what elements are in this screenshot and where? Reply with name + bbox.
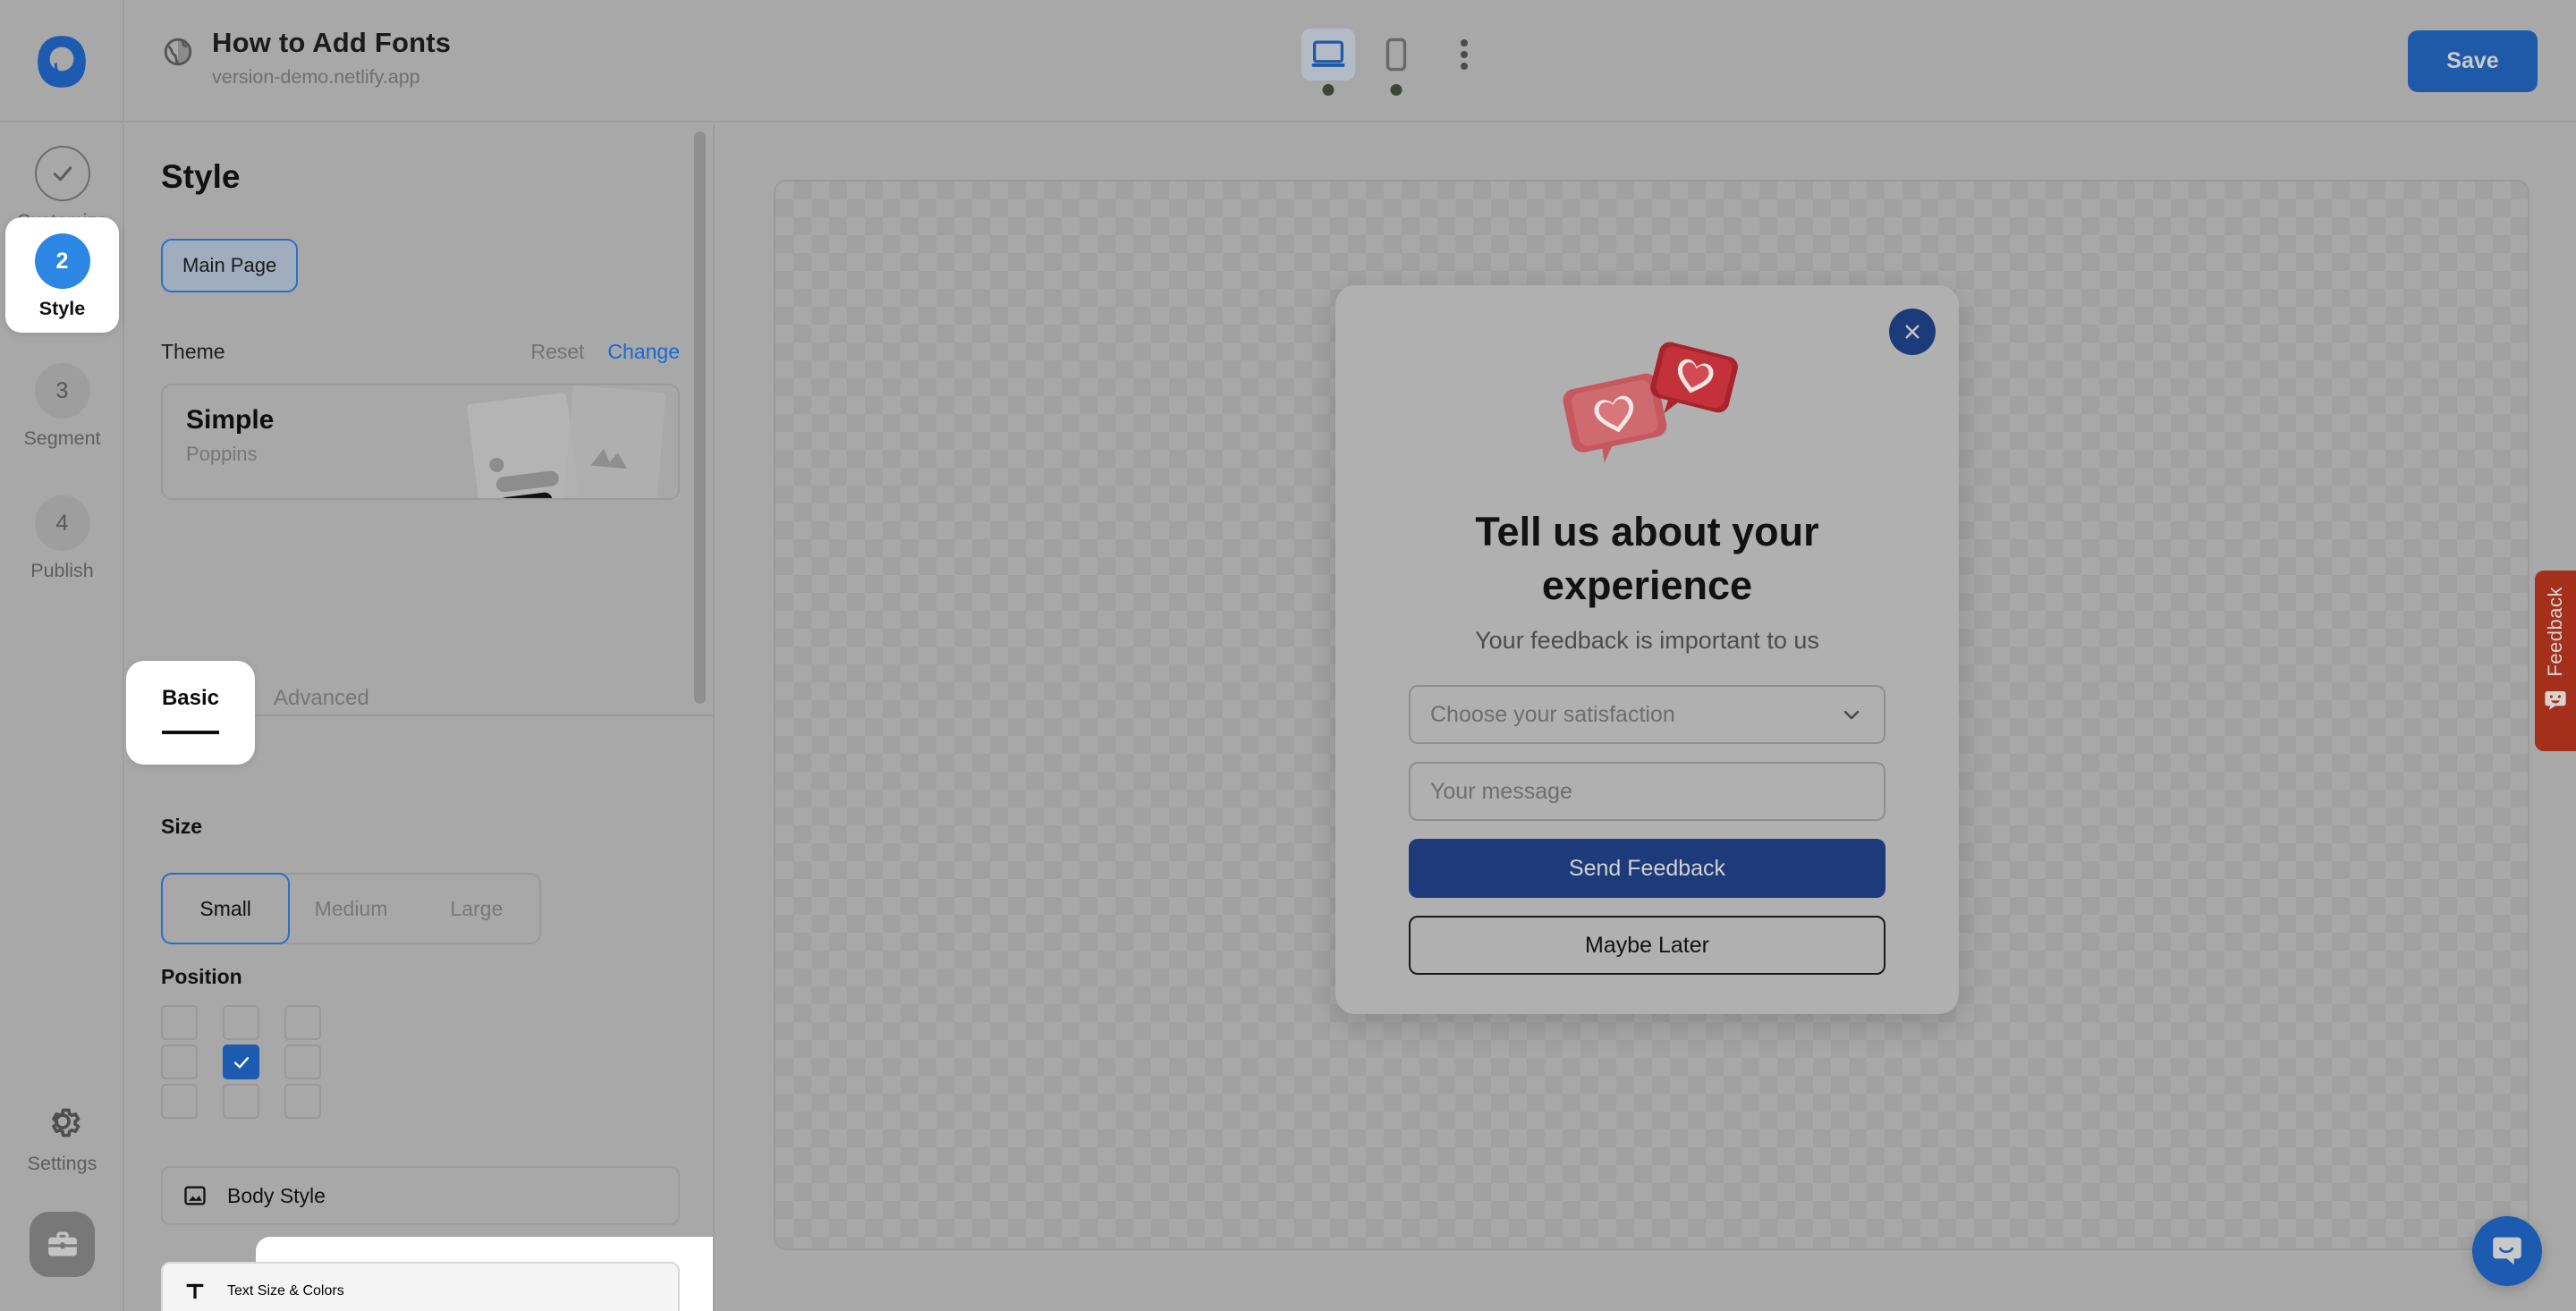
page-title: How to Add Fonts bbox=[212, 27, 452, 58]
smiley-icon bbox=[2545, 690, 2566, 710]
theme-label: Theme bbox=[161, 340, 225, 363]
message-input[interactable]: Your message bbox=[1409, 762, 1885, 821]
sidebar-item-publish[interactable]: 4 Publish bbox=[8, 495, 116, 582]
position-cell-bottom-right[interactable] bbox=[284, 1084, 321, 1119]
sidebar-item-style[interactable]: 2 Style bbox=[5, 217, 119, 333]
panel-scrollbar[interactable] bbox=[694, 131, 706, 704]
image-icon bbox=[184, 1186, 206, 1205]
style-row-text-size-and-colors[interactable]: Text Size & Colors bbox=[161, 1262, 680, 1311]
position-label: Position bbox=[161, 965, 242, 988]
theme-reset-link[interactable]: Reset bbox=[530, 340, 584, 364]
style-panel: Style Main Page Theme Reset Change Simpl… bbox=[126, 124, 715, 1311]
app-logo[interactable] bbox=[0, 0, 124, 123]
device-desktop-indicator bbox=[1322, 84, 1335, 96]
sidebar-item-label: Publish bbox=[30, 560, 94, 581]
tab-advanced[interactable]: Advanced bbox=[274, 686, 369, 711]
position-cell-top-right[interactable] bbox=[284, 1005, 321, 1040]
chat-launcher-button[interactable] bbox=[2472, 1216, 2542, 1286]
theme-header-row: Theme Reset Change bbox=[161, 340, 680, 364]
size-option-medium[interactable]: Medium bbox=[288, 875, 413, 943]
step-rail: Customize 2 Style 3 Segment 4 Publish Se… bbox=[0, 124, 124, 1311]
theme-name: Simple bbox=[186, 405, 275, 435]
top-bar: How to Add Fonts version-demo.netlify.ap… bbox=[0, 0, 2576, 123]
check-badge bbox=[34, 146, 90, 201]
page-url: version-demo.netlify.app bbox=[212, 66, 420, 88]
position-grid bbox=[161, 1005, 342, 1119]
position-cell-middle-left[interactable] bbox=[161, 1045, 198, 1079]
position-cell-middle-right[interactable] bbox=[284, 1045, 321, 1079]
theme-change-link[interactable]: Change bbox=[607, 340, 680, 364]
position-cell-top-left[interactable] bbox=[161, 1005, 198, 1040]
chevron-down-icon bbox=[1843, 710, 1860, 720]
sidebar-item-segment[interactable]: 3 Segment bbox=[8, 363, 116, 450]
device-preview-toggle bbox=[1301, 29, 1491, 96]
feedback-tab[interactable]: Feedback bbox=[2535, 571, 2576, 751]
device-mobile-indicator bbox=[1390, 84, 1402, 96]
app-root: How to Add Fonts version-demo.netlify.ap… bbox=[0, 0, 2576, 1311]
feedback-tab-label: Feedback bbox=[2544, 587, 2566, 677]
theme-preview-icon bbox=[467, 385, 666, 498]
size-option-small[interactable]: Small bbox=[161, 873, 291, 944]
save-button[interactable]: Save bbox=[2408, 30, 2538, 92]
step-badge-2: 2 bbox=[34, 233, 90, 289]
feedback-modal: Tell us about your experience Your feedb… bbox=[1335, 285, 1959, 1014]
tab-basic[interactable]: Basic bbox=[126, 661, 255, 765]
kebab-menu-icon bbox=[1461, 51, 1468, 58]
device-mobile-button[interactable] bbox=[1369, 29, 1423, 96]
position-cell-bottom-left[interactable] bbox=[161, 1084, 198, 1119]
globe-icon bbox=[164, 38, 192, 66]
tab-basic-label: Basic bbox=[161, 686, 220, 734]
kebab-menu-icon bbox=[1461, 63, 1468, 70]
text-icon bbox=[186, 1283, 204, 1299]
sidebar-item-label: Settings bbox=[27, 1153, 97, 1174]
size-label: Size bbox=[161, 815, 203, 838]
close-icon bbox=[1905, 325, 1919, 339]
position-cell-middle-center[interactable] bbox=[223, 1045, 259, 1079]
style-row-label: Text Size & Colors bbox=[227, 1283, 344, 1298]
modal-subtitle: Your feedback is important to us bbox=[1475, 627, 1819, 654]
satisfaction-select[interactable]: Choose your satisfaction bbox=[1409, 685, 1885, 744]
theme-font: Poppins bbox=[186, 443, 258, 465]
chat-bubble-icon bbox=[2493, 1237, 2521, 1265]
panel-title: Style bbox=[161, 158, 241, 195]
close-button[interactable] bbox=[1889, 309, 1936, 355]
theme-card[interactable]: Simple Poppins bbox=[161, 384, 680, 500]
send-feedback-button[interactable]: Send Feedback bbox=[1409, 839, 1885, 898]
style-row-label: Body Style bbox=[227, 1183, 326, 1207]
page-selector-chip[interactable]: Main Page bbox=[161, 239, 299, 292]
heart-reactions-icon bbox=[1563, 342, 1738, 463]
check-icon bbox=[233, 1056, 249, 1068]
maybe-later-button[interactable]: Maybe Later bbox=[1409, 916, 1885, 975]
feedback-form: Choose your satisfaction Your message Se… bbox=[1409, 685, 1885, 975]
check-icon bbox=[53, 166, 72, 182]
sidebar-item-settings[interactable]: Settings bbox=[8, 1101, 116, 1175]
device-desktop-button[interactable] bbox=[1301, 29, 1355, 96]
kebab-menu-icon bbox=[1461, 39, 1468, 47]
sidebar-item-label: Style bbox=[38, 298, 86, 319]
document-info: How to Add Fonts version-demo.netlify.ap… bbox=[162, 25, 451, 89]
modal-title: Tell us about your experience bbox=[1475, 509, 1819, 608]
message-placeholder: Your message bbox=[1430, 778, 1572, 804]
gear-icon bbox=[51, 1108, 80, 1138]
more-options-button[interactable] bbox=[1437, 29, 1491, 80]
position-cell-top-center[interactable] bbox=[223, 1005, 259, 1040]
sidebar-item-label: Segment bbox=[23, 427, 101, 449]
position-cell-bottom-center[interactable] bbox=[223, 1084, 259, 1119]
workspace-switcher-button[interactable] bbox=[30, 1212, 95, 1277]
step-badge-4: 4 bbox=[34, 495, 90, 551]
mobile-icon bbox=[1385, 38, 1407, 72]
step-badge-3: 3 bbox=[34, 363, 90, 419]
size-option-large[interactable]: Large bbox=[414, 875, 539, 943]
desktop-icon bbox=[1311, 40, 1345, 67]
style-row-body-style[interactable]: Body Style bbox=[161, 1166, 680, 1225]
satisfaction-placeholder: Choose your satisfaction bbox=[1430, 701, 1675, 727]
size-segmented-control: Small Medium Large bbox=[161, 873, 541, 944]
peasy-logo-icon bbox=[37, 35, 86, 88]
briefcase-icon bbox=[47, 1231, 77, 1256]
